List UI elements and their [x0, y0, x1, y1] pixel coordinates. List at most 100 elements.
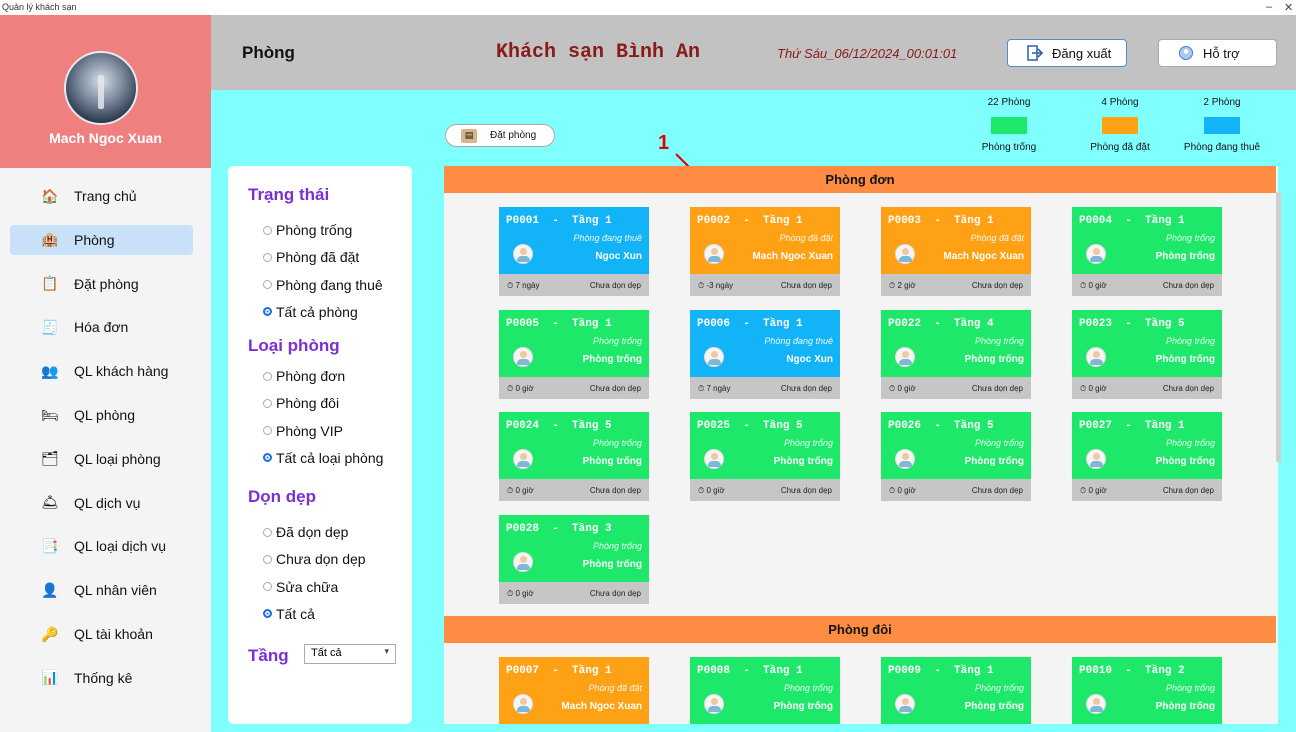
radio-label: Tất cả loại phòng	[276, 449, 384, 466]
room-card-p0024[interactable]: P0024 - Tầng 5 Phòng trống Phòng trống ⏱ 0 …	[499, 412, 649, 501]
floor-select[interactable]: Tất cả ▾	[304, 644, 396, 664]
room-separator: -	[730, 317, 764, 330]
logout-button[interactable]: Đăng xuất	[1007, 39, 1127, 67]
sidebar-item-hoa-don[interactable]: 🧾 Hóa đơn	[10, 312, 193, 342]
room-card-p0004[interactable]: P0004 - Tầng 1 Phòng trống Phòng trống ⏱ 0 …	[1072, 207, 1222, 296]
radio-button[interactable]	[263, 609, 272, 619]
sidebar-item-ql-loai-dich-vu[interactable]: 📑 QL loại dịch vụ	[10, 531, 193, 561]
avatar[interactable]	[64, 51, 138, 125]
radio-tat-ca[interactable]: Tất cả	[263, 606, 315, 622]
radio-label: Tất cả phòng	[276, 303, 358, 320]
radio-label: Sửa chữa	[276, 578, 339, 595]
room-id: P0027	[1079, 420, 1113, 432]
radio-label: Phòng đôi	[276, 395, 340, 412]
room-card-p0028[interactable]: P0028 - Tầng 3 Phòng trống Phòng trống ⏱ 0 …	[499, 514, 649, 604]
room-clean-status: Chưa dọn dẹp	[780, 486, 832, 495]
radio-sua-chua[interactable]: Sửa chữa	[263, 579, 338, 595]
room-duration-value: 7 ngày	[515, 281, 540, 290]
radio-button[interactable]	[263, 280, 272, 290]
sidebar-item-ql-nhan-vien[interactable]: 👤 QL nhân viên	[10, 575, 193, 605]
radio-phong-da-dat[interactable]: Phòng đã đặt	[263, 249, 359, 265]
radio-phong-vip[interactable]: Phòng VIP	[263, 423, 343, 439]
radio-button[interactable]	[263, 453, 272, 463]
close-icon[interactable]: ✕	[1284, 1, 1293, 14]
radio-button[interactable]	[263, 371, 272, 381]
room-card-p0023[interactable]: P0023 - Tầng 5 Phòng trống Phòng trống ⏱ 0 …	[1072, 309, 1222, 399]
book-room-button[interactable]: ▤ Đặt phòng	[445, 124, 555, 147]
sidebar-item-ql-loai-phong[interactable]: 🗂 QL loại phòng	[10, 444, 193, 474]
room-card-p0010[interactable]: P0010 - Tầng 2 Phòng trống Phòng trống	[1072, 657, 1222, 724]
room-card-p0027[interactable]: P0027 - Tầng 1 Phòng trống Phòng trống ⏱ 0 …	[1072, 412, 1222, 501]
guest-avatar-icon	[895, 694, 915, 714]
room-duration-value: -3 ngày	[706, 281, 734, 290]
manage-rooms-icon: 🛏	[41, 406, 59, 423]
room-grid-scrollbar[interactable]	[1276, 192, 1281, 462]
chevron-down-icon: ▾	[384, 646, 389, 656]
radio-button[interactable]	[263, 252, 272, 262]
help-button[interactable]: Hỗ trợ	[1158, 39, 1277, 67]
room-card-p0022[interactable]: P0022 - Tầng 4 Phòng trống Phòng trống ⏱ 0 …	[881, 309, 1031, 399]
room-card-p0006[interactable]: P0006 - Tầng 1 Phòng đang thuê Ngoc Xun ⏱ 7…	[690, 309, 840, 399]
room-guest: Phòng trống	[773, 456, 833, 467]
room-card-p0003[interactable]: P0003 - Tầng 1 Phòng đã đặt Mach Ngoc Xuan…	[881, 207, 1031, 296]
sidebar-item-label: Trang chủ	[74, 188, 137, 204]
room-card-body: P0005 - Tầng 1 Phòng trống Phòng trống	[499, 309, 649, 377]
sidebar-item-ql-dich-vu[interactable]: 🛎 QL dịch vụ	[10, 488, 193, 518]
sidebar-item-thong-ke[interactable]: 📊 Thống kê	[10, 663, 193, 693]
floor-filter-label: Tầng	[248, 646, 289, 665]
room-separator: -	[539, 317, 573, 330]
room-floor: Tầng 3	[572, 522, 612, 535]
room-id: P0003	[888, 215, 922, 227]
radio-da-don-dep[interactable]: Đã dọn dẹp	[263, 524, 348, 540]
minimize-icon[interactable]: –	[1266, 1, 1272, 13]
sidebar-item-ql-phong[interactable]: 🛏 QL phòng	[10, 400, 193, 430]
room-icon: 🏨	[41, 231, 59, 248]
radio-button[interactable]	[263, 527, 272, 537]
room-card-p0005[interactable]: P0005 - Tầng 1 Phòng trống Phòng trống ⏱ 0 …	[499, 309, 649, 399]
invoice-icon: 🧾	[41, 318, 59, 335]
radio-phong-don[interactable]: Phòng đơn	[263, 368, 345, 384]
sidebar-item-label: QL phòng	[74, 407, 135, 423]
radio-phong-doi[interactable]: Phòng đôi	[263, 395, 339, 411]
room-card-footer: ⏱ 7 ngày Chưa dọn dẹp	[499, 274, 649, 296]
radio-label: Đã dọn dẹp	[276, 524, 349, 540]
radio-tat-ca-phong[interactable]: Tất cả phòng	[263, 304, 358, 320]
room-duration: ⏱ 2 giờ	[889, 281, 916, 291]
status-filter-title: Trạng thái	[248, 185, 330, 204]
room-card-p0009[interactable]: P0009 - Tầng 1 Phòng trống Phòng trống	[881, 657, 1031, 724]
room-guest: Phòng trống	[964, 456, 1024, 467]
room-card-p0002[interactable]: P0002 - Tầng 1 Phòng đã đặt Mach Ngoc Xuan…	[690, 207, 840, 296]
room-card-p0025[interactable]: P0025 - Tầng 5 Phòng trống Phòng trống ⏱ 0 …	[690, 412, 840, 501]
room-clean-status: Chưa dọn dẹp	[971, 281, 1023, 290]
hotel-name: Khách sạn Bình An	[496, 41, 701, 64]
sidebar-item-dat-phong[interactable]: 📋 Đặt phòng	[10, 269, 193, 299]
guest-avatar-icon	[513, 346, 533, 367]
radio-button[interactable]	[263, 426, 272, 436]
legend-swatch	[1102, 117, 1138, 134]
radio-label: Phòng đã đặt	[276, 249, 360, 266]
radio-button[interactable]	[263, 554, 272, 564]
radio-chua-don-dep[interactable]: Chưa dọn dẹp	[263, 551, 366, 567]
room-card-p0026[interactable]: P0026 - Tầng 5 Phòng trống Phòng trống ⏱ 0 …	[881, 412, 1031, 501]
room-card-body: P0001 - Tầng 1 Phòng đang thuê Ngoc Xun	[499, 207, 649, 274]
radio-button[interactable]	[263, 307, 272, 317]
room-card-p0008[interactable]: P0008 - Tầng 1 Phòng trống Phòng trống	[690, 657, 840, 724]
sidebar-item-ql-khach-hang[interactable]: 👥 QL khách hàng	[10, 356, 193, 386]
radio-tat-ca-loai-phong[interactable]: Tất cả loại phòng	[263, 450, 383, 466]
radio-phong-dang-thue[interactable]: Phòng đang thuê	[263, 277, 383, 293]
sidebar-item-phong[interactable]: 🏨 Phòng	[10, 224, 193, 255]
type-filter-title: Loại phòng	[248, 336, 340, 355]
help-label: Hỗ trợ	[1203, 45, 1240, 61]
room-card-p0007[interactable]: P0007 - Tầng 1 Phòng đã đặt Mach Ngoc Xuan	[499, 657, 649, 724]
sidebar-item-label: QL loại dịch vụ	[74, 538, 167, 555]
radio-button[interactable]	[263, 225, 272, 235]
sidebar-item-trang-chu[interactable]: 🏠 Trang chủ	[10, 181, 193, 211]
help-icon	[1177, 45, 1195, 61]
room-duration: ⏱ 0 giờ	[507, 384, 534, 394]
room-card-p0001[interactable]: P0001 - Tầng 1 Phòng đang thuê Ngoc Xun ⏱ 7…	[499, 207, 649, 296]
radio-button[interactable]	[263, 582, 272, 592]
logout-label: Đăng xuất	[1052, 45, 1112, 61]
radio-button[interactable]	[263, 398, 272, 408]
sidebar-item-ql-tai-khoan[interactable]: 🔑 QL tài khoản	[10, 619, 193, 649]
radio-phong-trong[interactable]: Phòng trống	[263, 222, 352, 238]
